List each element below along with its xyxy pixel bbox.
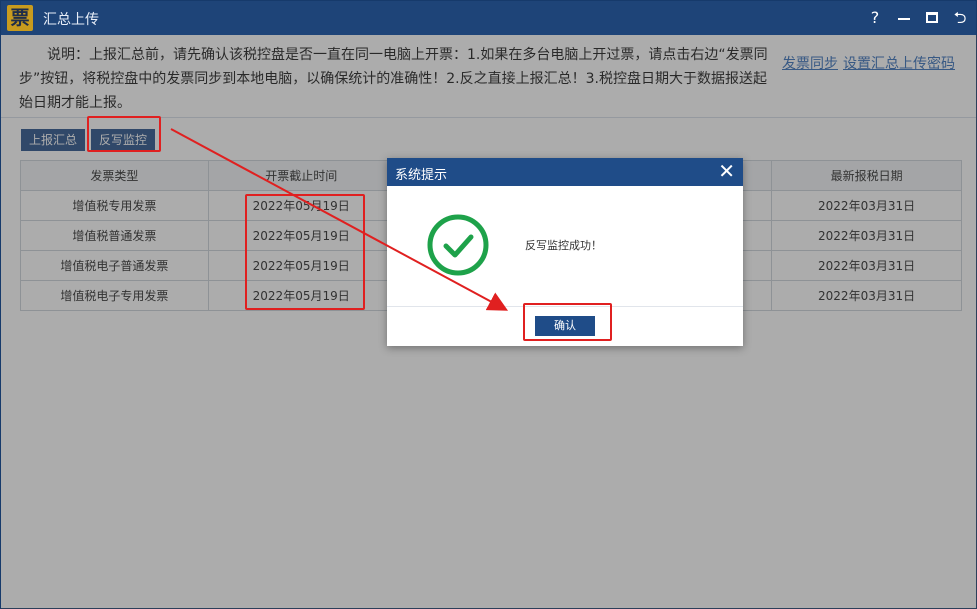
check-circle-icon [427, 214, 489, 276]
minimize-icon [898, 18, 910, 20]
highlight-confirm [523, 303, 612, 341]
title-bar: 票 汇总上传 ? ⮌ [1, 1, 976, 35]
highlight-dates [245, 194, 365, 310]
help-button[interactable]: ? [863, 6, 887, 30]
maximize-button[interactable] [920, 6, 944, 30]
highlight-writeback [87, 116, 161, 152]
dialog-message: 反写监控成功！ [525, 239, 602, 252]
dialog-header: 系统提示 ✕ [387, 158, 743, 186]
app-window: 票 汇总上传 ? ⮌ 说明：上报汇总前，请先确认该税控盘是否一直在同一电脑上开票… [0, 0, 977, 609]
back-button[interactable]: ⮌ [948, 6, 972, 30]
maximize-icon [926, 12, 938, 23]
window-title: 汇总上传 [43, 12, 99, 28]
dialog-title: 系统提示 [395, 168, 448, 183]
minimize-button[interactable] [892, 6, 916, 30]
close-icon[interactable]: ✕ [718, 160, 735, 182]
ticket-logo-icon: 票 [7, 5, 33, 31]
